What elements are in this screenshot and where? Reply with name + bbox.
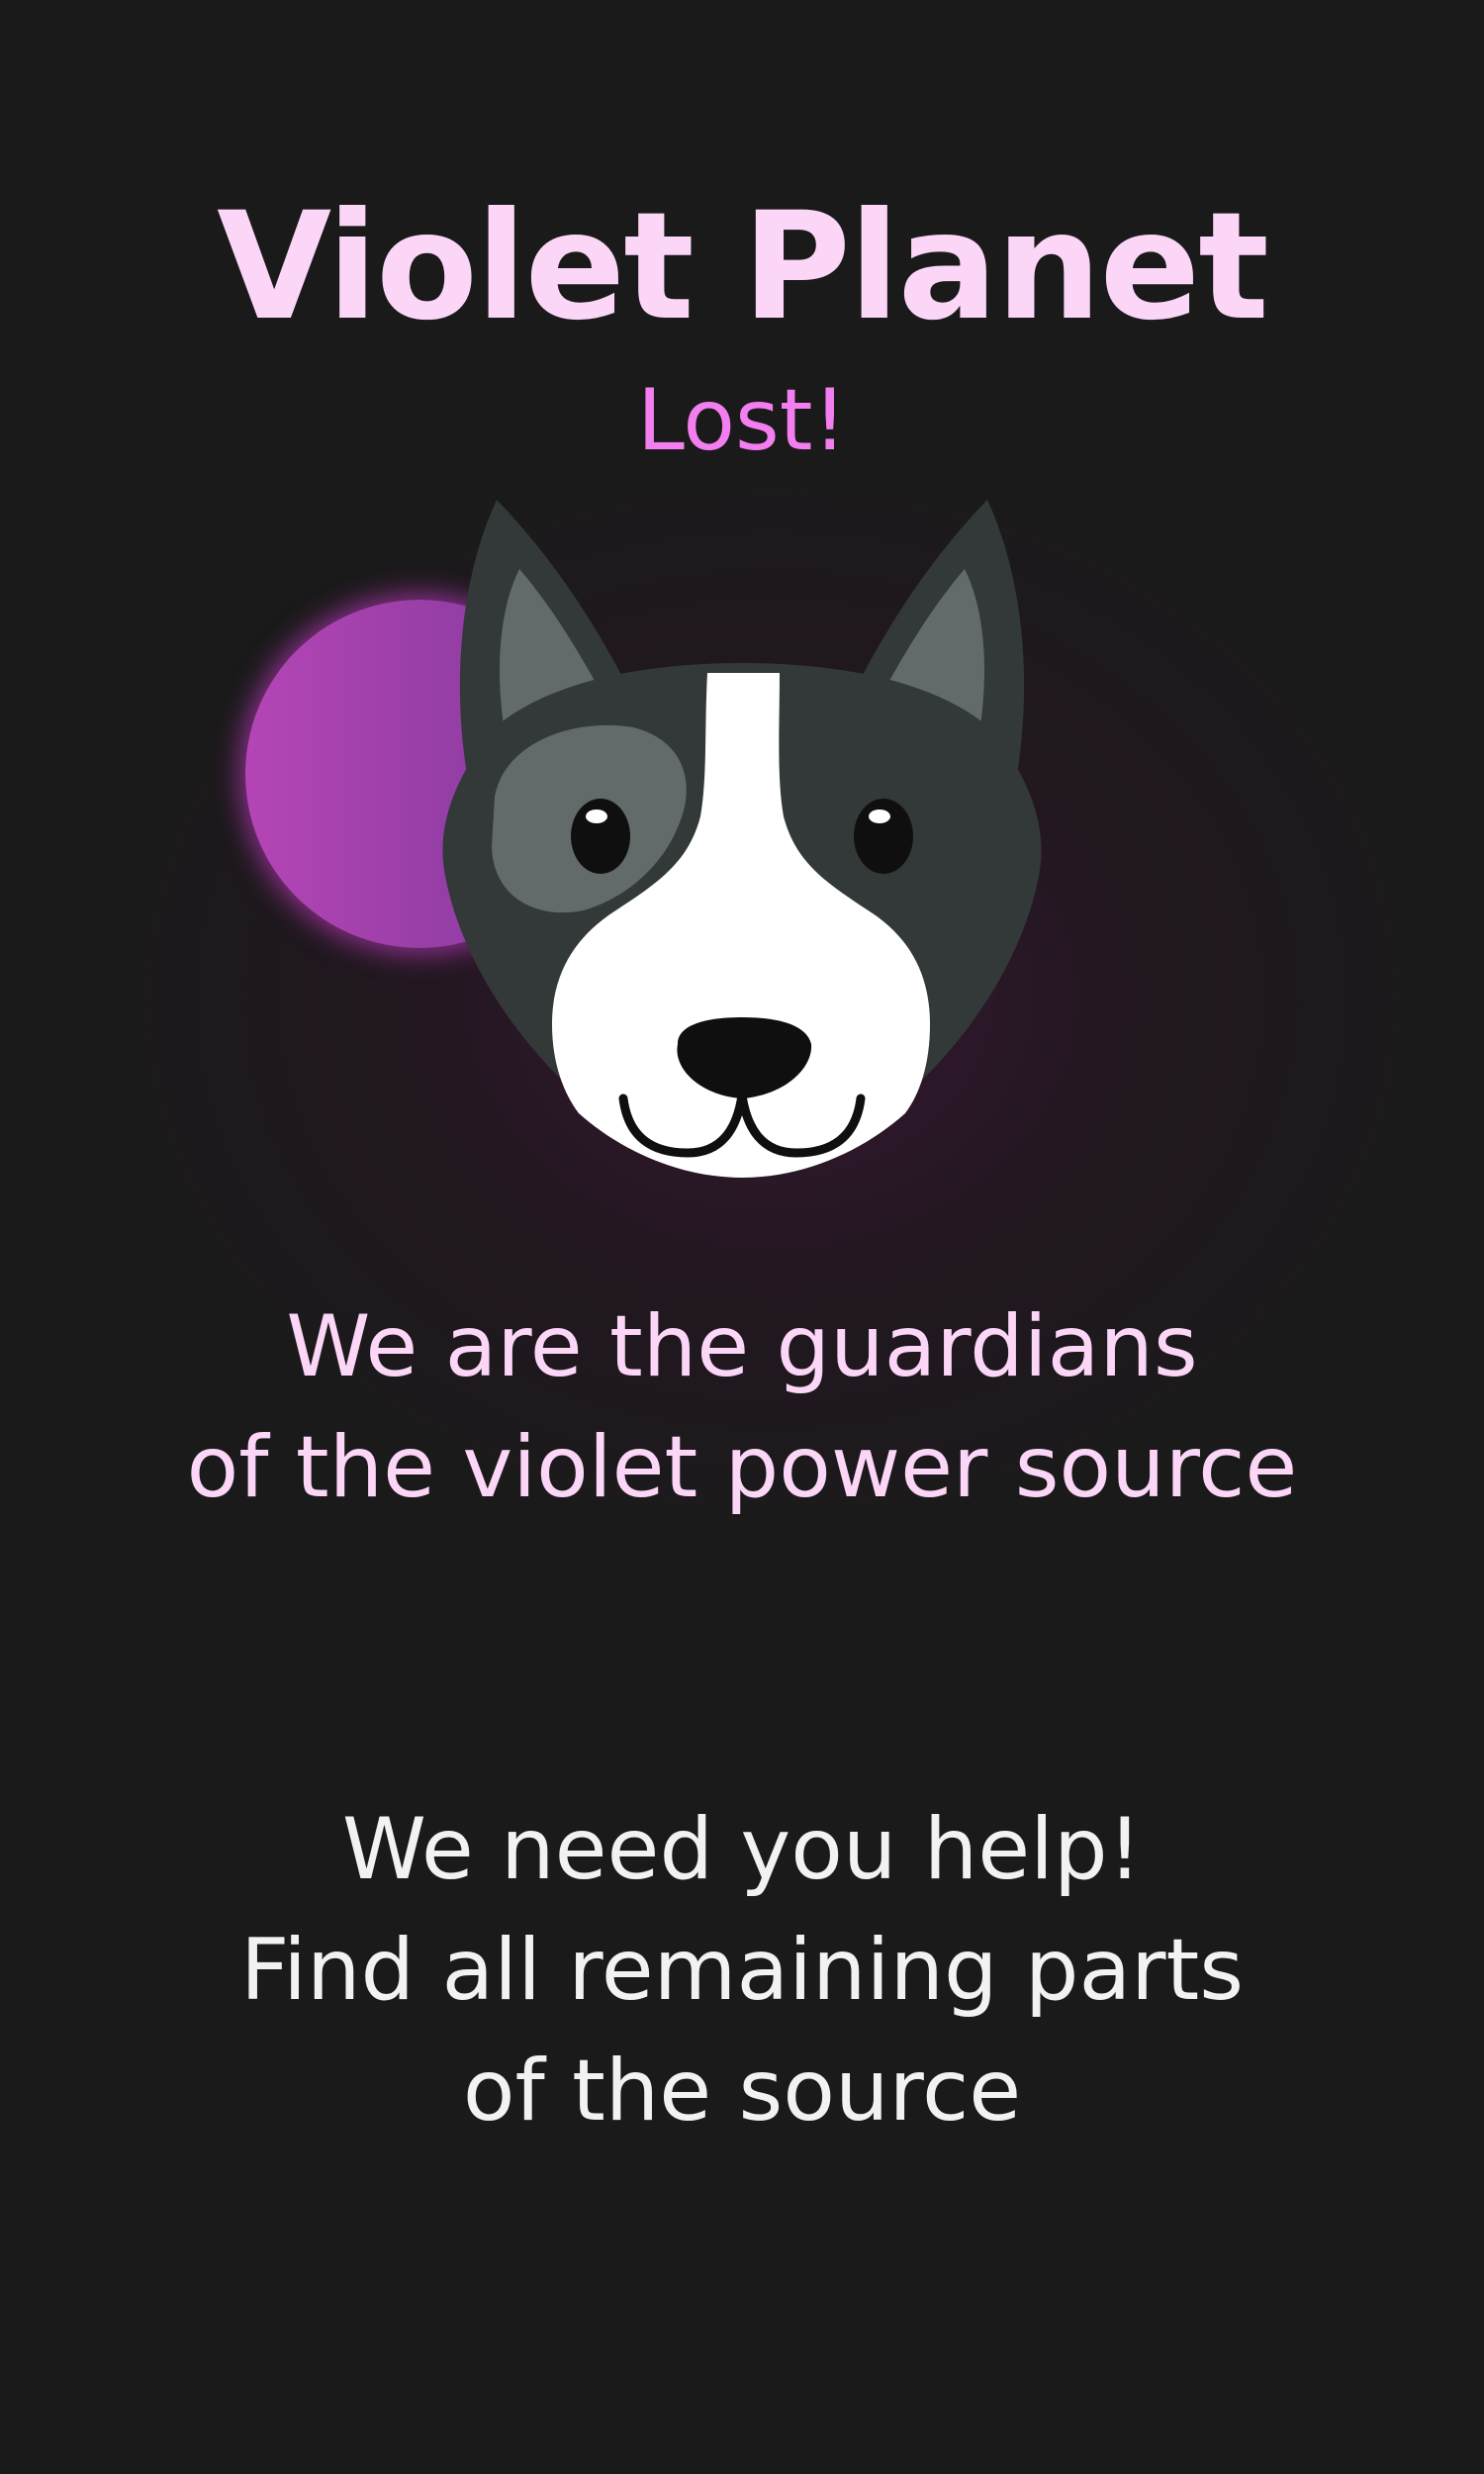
story-message-guardians: We are the guardians of the violet power… (186, 1297, 1298, 1517)
story-message-help: We need you help! Find all remaining par… (239, 1800, 1245, 2141)
dog-face-icon (442, 500, 1042, 1178)
game-status: Lost! (636, 371, 848, 470)
game-title: Violet Planet (217, 181, 1269, 353)
